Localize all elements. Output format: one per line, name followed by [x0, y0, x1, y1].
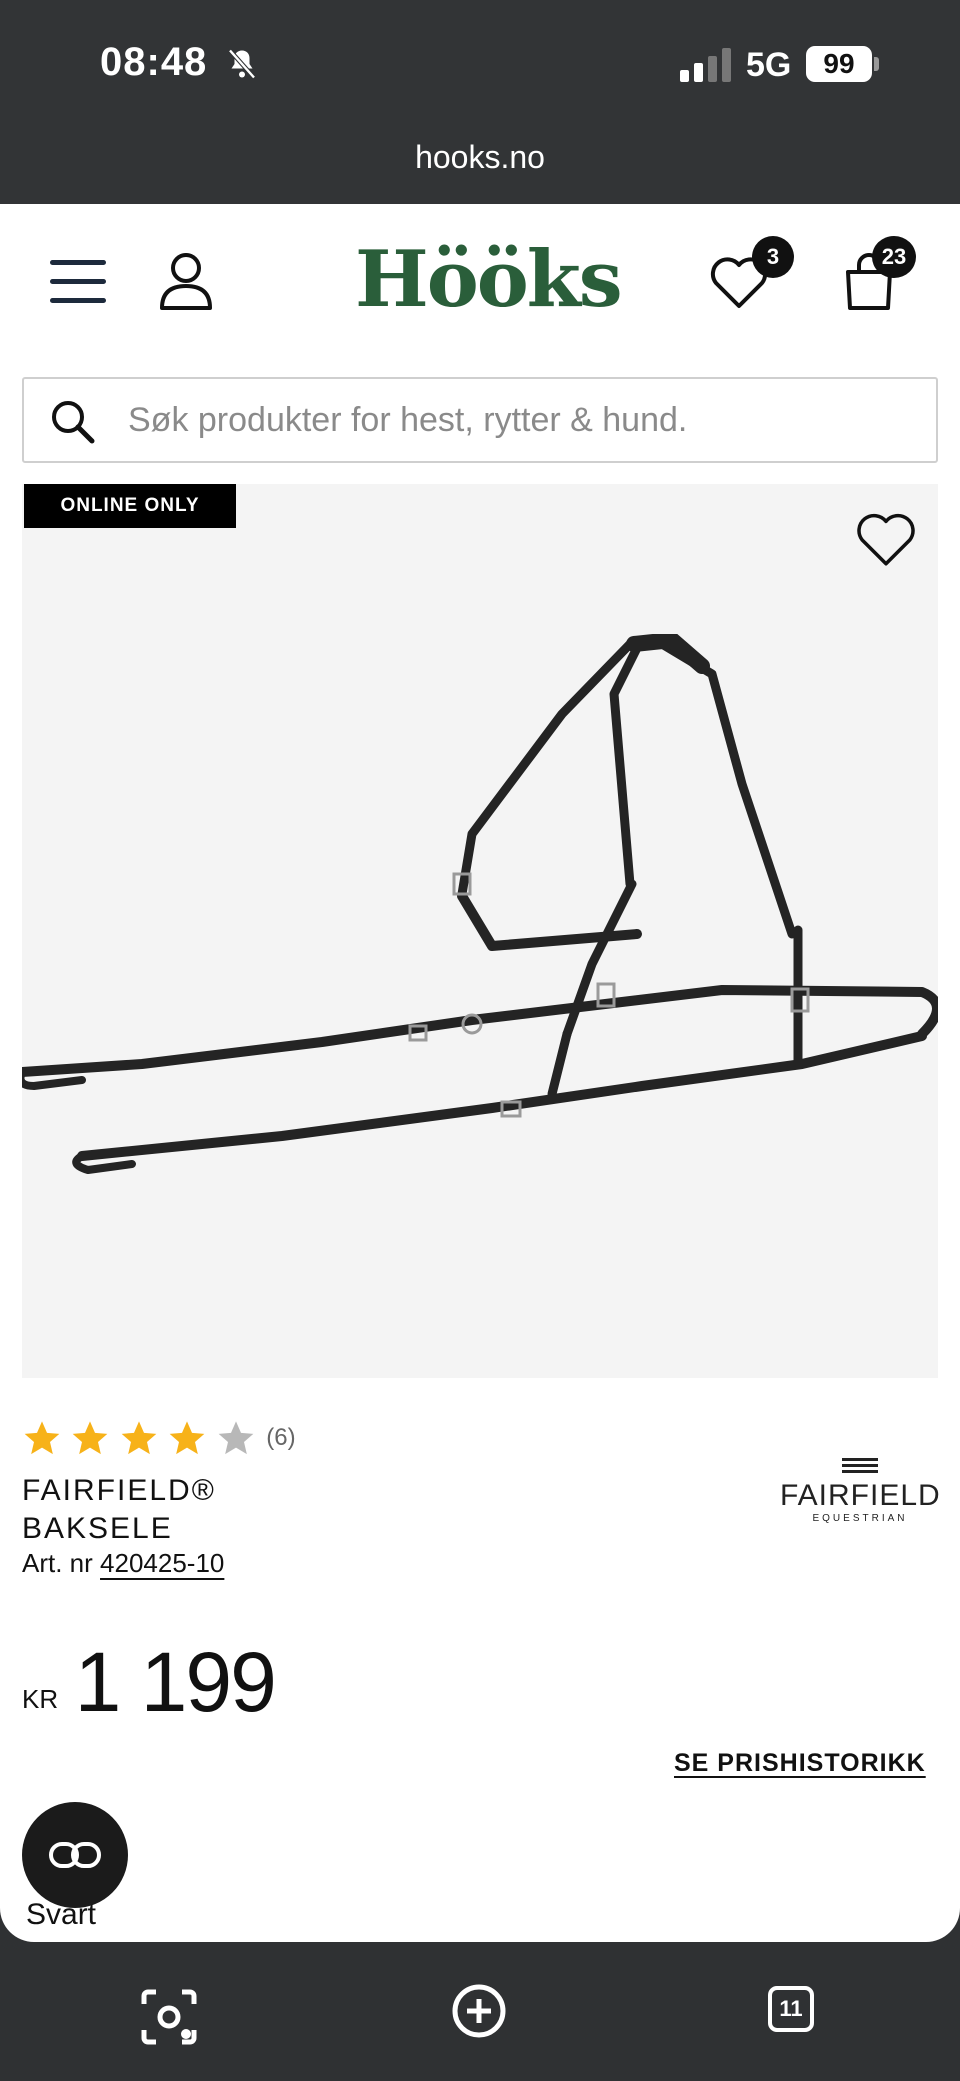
brand-name: FAIRFIELD [780, 1479, 941, 1512]
star-empty-icon [218, 1421, 254, 1455]
site-header: Hööks 3 23 [0, 204, 960, 364]
selected-color-label: Svart [26, 1898, 97, 1931]
search-bar[interactable] [22, 377, 938, 463]
account-icon[interactable] [158, 250, 214, 312]
site-logo[interactable]: Hööks [355, 234, 623, 325]
online-only-badge: ONLINE ONLY [24, 484, 236, 528]
network-type: 5G [746, 46, 792, 84]
cart-count-badge: 23 [872, 236, 916, 278]
wishlist-count-badge: 3 [752, 236, 794, 278]
star-icon [121, 1421, 157, 1455]
web-page: Hööks 3 23 ONLINE ONLY [0, 204, 960, 1942]
product-name-line1: FAIRFIELD® [22, 1474, 216, 1507]
signal-icon [680, 48, 731, 82]
status-bar: 08:48 5G 99 [0, 0, 960, 130]
bell-muted-icon [228, 49, 256, 79]
product-price: KR 1 199 [22, 1634, 277, 1734]
brand-logo-mark [842, 1458, 878, 1473]
product-name-line2: BAKSELE [22, 1512, 173, 1545]
lens-search-icon[interactable] [138, 1986, 200, 2048]
address-bar[interactable]: hooks.no [0, 130, 960, 204]
breastplate-product-photo [22, 634, 938, 1174]
article-number-value[interactable]: 420425-10 [100, 1548, 224, 1578]
review-count[interactable]: (6) [266, 1424, 295, 1452]
search-input[interactable] [128, 379, 918, 461]
product-name: FAIRFIELD® BAKSELE [22, 1472, 422, 1548]
tab-switcher-button[interactable]: 11 [768, 1986, 814, 2032]
link-icon [49, 1842, 101, 1868]
search-icon [52, 401, 95, 444]
star-icon [170, 1421, 205, 1455]
star-icon [73, 1421, 108, 1455]
product-rating[interactable]: (6) [22, 1418, 296, 1458]
battery-nub [874, 57, 879, 71]
add-to-wishlist-heart-icon[interactable] [856, 512, 916, 568]
color-selector-button[interactable] [22, 1802, 128, 1908]
star-icon [24, 1421, 60, 1455]
brand-logo[interactable]: FAIRFIELD EQUESTRIAN [780, 1458, 940, 1524]
brand-subtitle: EQUESTRIAN [812, 1513, 908, 1524]
new-tab-plus-icon[interactable] [448, 1980, 510, 2042]
battery-indicator: 99 [806, 46, 872, 82]
price-currency: KR [22, 1684, 59, 1714]
price-history-link[interactable]: SE PRISHISTORIKK [674, 1749, 926, 1778]
status-time: 08:48 [100, 40, 208, 84]
menu-icon[interactable] [50, 260, 106, 304]
article-number-label: Art. nr [22, 1548, 93, 1578]
price-amount: 1 199 [74, 1635, 277, 1729]
product-image[interactable]: ONLINE ONLY [22, 484, 938, 1378]
article-number: Art. nr 420425-10 [22, 1548, 224, 1579]
